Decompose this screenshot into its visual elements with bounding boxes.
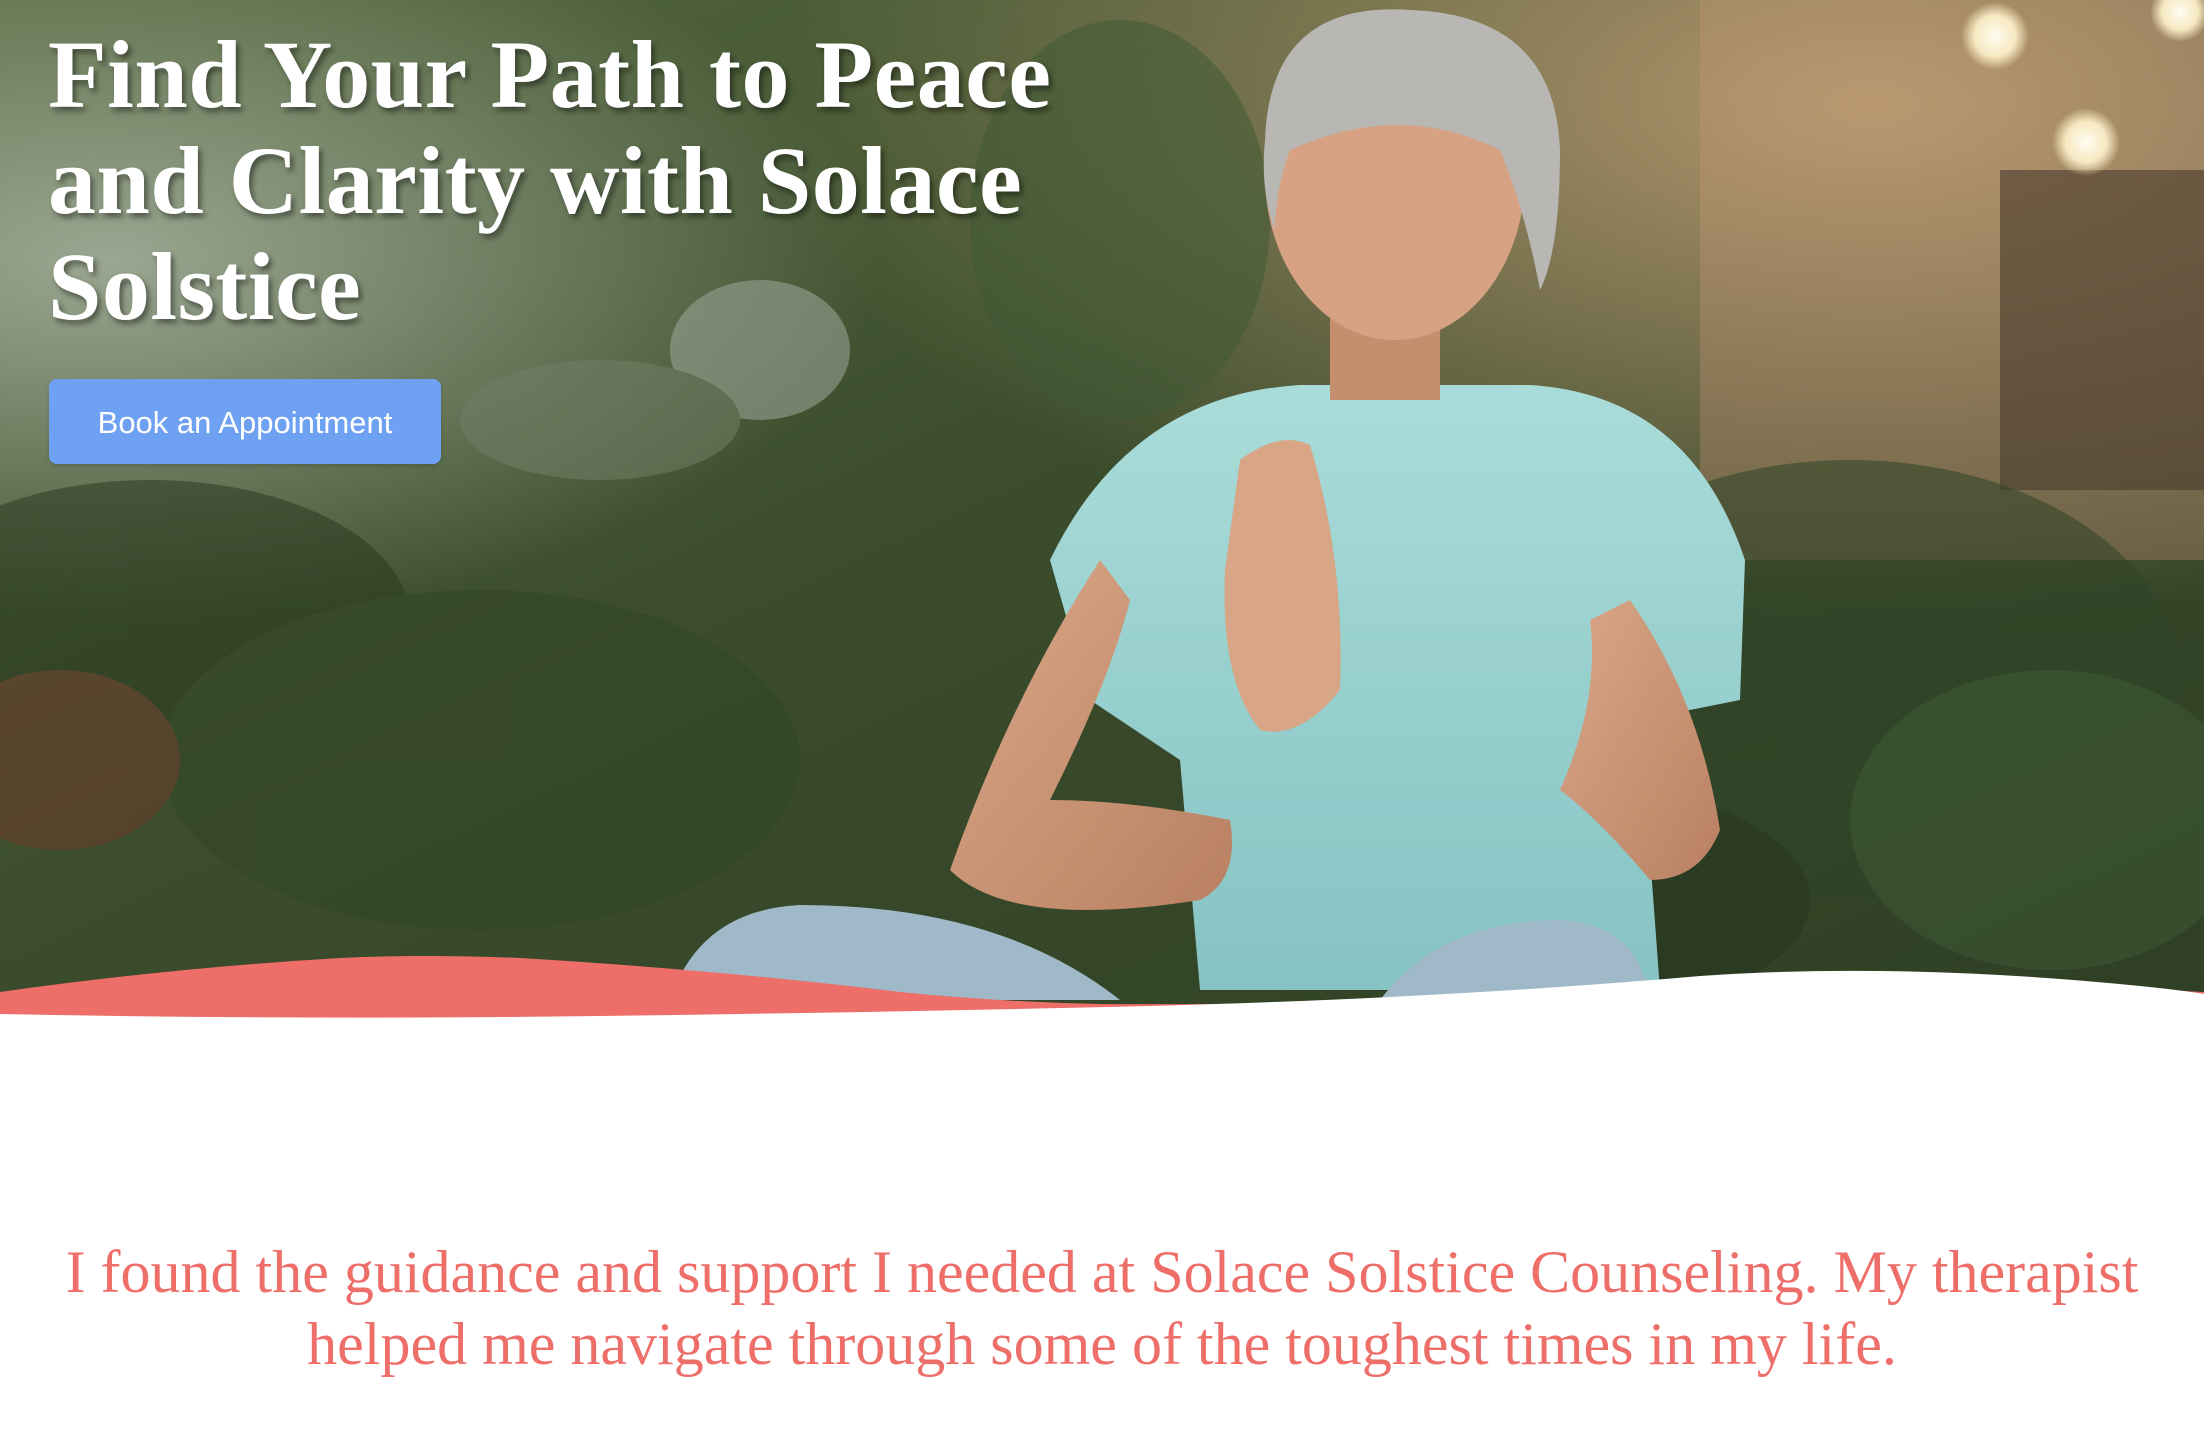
testimonial-quote: I found the guidance and support I neede… xyxy=(65,1239,2139,1377)
hero-section: Find Your Path to Peace and Clarity with… xyxy=(0,0,2204,1040)
hero-title: Find Your Path to Peace and Clarity with… xyxy=(48,21,1052,340)
wave-divider xyxy=(0,956,2204,1050)
book-appointment-button[interactable]: Book an Appointment xyxy=(49,379,441,464)
